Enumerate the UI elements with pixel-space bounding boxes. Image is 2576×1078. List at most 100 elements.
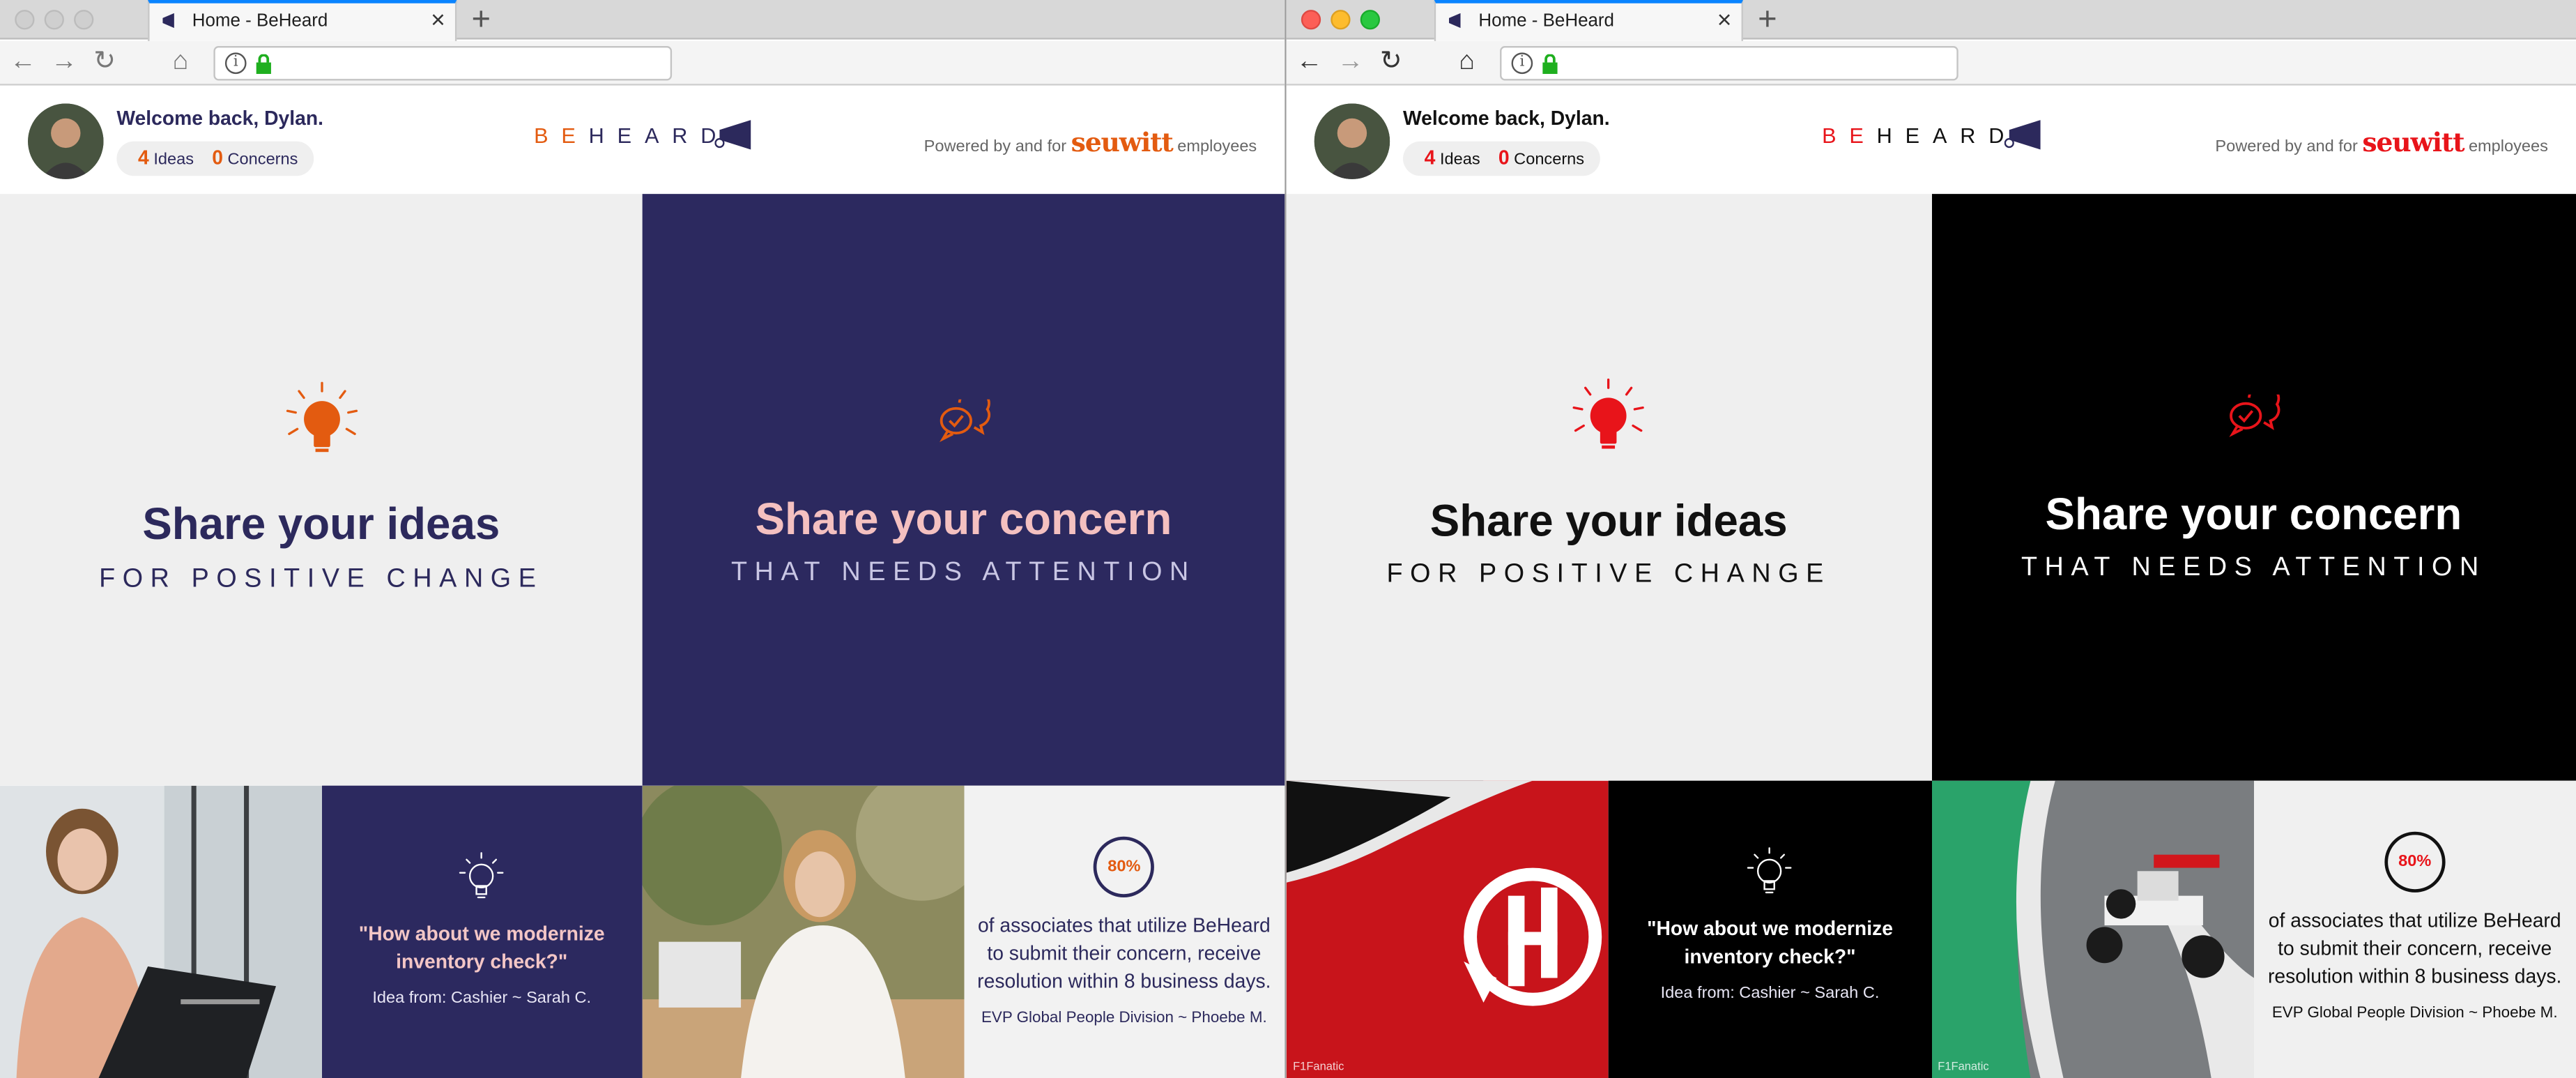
app-header: Welcome back, Dylan. 4 Ideas 0 Concerns … [0, 86, 1285, 195]
powered-by: Powered by and for seuwitt employees [924, 127, 1257, 158]
zoom-window-button[interactable] [74, 10, 94, 30]
address-bar[interactable]: i [1500, 46, 1958, 81]
welcome-text: Welcome back, Dylan. [116, 107, 323, 130]
avatar[interactable] [28, 103, 104, 179]
beheard-logo[interactable]: BEHEARD [1822, 123, 2017, 148]
megaphone-logo-icon [2004, 120, 2041, 150]
idea-quote-card[interactable]: "How about we modernize inventory check?… [321, 785, 643, 1078]
close-window-button[interactable] [1301, 10, 1321, 30]
stat-card[interactable]: 80% of associates that utilize BeHeard t… [2253, 780, 2576, 1078]
reload-icon[interactable]: ↻ [93, 45, 116, 81]
idea-attribution: Idea from: Cashier ~ Sarah C. [1660, 984, 1880, 1003]
hero-section: Share your ideas FOR POSITIVE CHANGE Sha… [1286, 194, 2576, 781]
red-team-logo-photo: F1Fanatic [1286, 780, 1609, 1078]
close-tab-icon[interactable]: × [431, 6, 445, 36]
lock-icon [256, 54, 271, 75]
minimize-window-button[interactable] [44, 10, 64, 30]
chat-bubbles-icon [938, 399, 990, 442]
megaphone-logo-icon [714, 120, 751, 150]
close-tab-icon[interactable]: × [1717, 6, 1732, 36]
percent-badge: 80% [1094, 836, 1155, 897]
lock-icon [1542, 54, 1558, 75]
seuwitt-logo: seuwitt [1071, 126, 1174, 158]
idea-quote: "How about we modernize inventory check?… [358, 922, 605, 973]
browser-window-right: Home - BeHeard × + ← → ↻ ⌂ i Welcome bac… [1286, 0, 2576, 1078]
ideas-title: Share your ideas [1429, 496, 1788, 546]
avatar[interactable] [1314, 103, 1390, 179]
logo-heard: HEARD [1876, 123, 2018, 149]
stat-text: of associates that utilize BeHeard to su… [2267, 909, 2562, 988]
close-window-button[interactable] [15, 10, 35, 30]
lightbulb-icon [1573, 378, 1645, 449]
megaphone-favicon-icon [1449, 13, 1461, 29]
nav-toolbar: ← → ↻ ⌂ i [1286, 40, 2576, 86]
new-tab-button[interactable]: + [472, 0, 491, 40]
chat-bubbles-icon [2228, 394, 2280, 437]
seuwitt-logo: seuwitt [2362, 126, 2464, 158]
zoom-window-button[interactable] [1360, 10, 1380, 30]
tab-bar: Home - BeHeard × + [1286, 0, 2576, 41]
share-concern-panel[interactable]: Share your concern THAT NEEDS ATTENTION [1931, 194, 2576, 781]
photo-watermark: F1Fanatic [1293, 1061, 1344, 1074]
concerns-label: Concerns [227, 151, 298, 169]
concern-title: Share your concern [2045, 489, 2462, 540]
powered-prefix: Powered by and for [923, 138, 1067, 156]
user-counts-pill[interactable]: 4 Ideas 0 Concerns [1403, 141, 1600, 176]
photo-watermark: F1Fanatic [1938, 1061, 1989, 1074]
lightbulb-outline-icon [1747, 847, 1793, 894]
share-ideas-panel[interactable]: Share your ideas FOR POSITIVE CHANGE [1286, 194, 1931, 781]
powered-prefix: Powered by and for [2215, 138, 2358, 156]
stat-attribution: EVP Global People Division ~ Phoebe M. [2271, 1004, 2558, 1023]
forward-arrow-icon[interactable]: → [1337, 45, 1364, 81]
nav-toolbar: ← → ↻ ⌂ i [0, 40, 1285, 86]
ideas-subtitle: FOR POSITIVE CHANGE [99, 565, 544, 593]
beheard-logo[interactable]: BEHEARD [534, 123, 729, 148]
powered-suffix: employees [2468, 138, 2548, 156]
minimize-window-button[interactable] [1331, 10, 1351, 30]
ideas-title: Share your ideas [142, 499, 500, 549]
stat-attribution: EVP Global People Division ~ Phoebe M. [981, 1009, 1267, 1028]
window-controls [15, 10, 94, 30]
address-bar[interactable]: i [213, 46, 673, 81]
concern-title: Share your concern [755, 494, 1172, 545]
tab-title: Home - BeHeard [192, 11, 328, 31]
logo-be: BE [1822, 123, 1877, 149]
feature-strip: "How about we modernize inventory check?… [0, 785, 1285, 1078]
stat-card[interactable]: 80% of associates that utilize BeHeard t… [963, 785, 1285, 1078]
feature-strip: F1Fanatic "How about we modernize invent… [1286, 780, 2576, 1078]
idea-attribution: Idea from: Cashier ~ Sarah C. [372, 989, 592, 1008]
home-icon[interactable]: ⌂ [173, 45, 189, 81]
f1-race-car-photo: F1Fanatic [1931, 780, 2254, 1078]
stat-text: of associates that utilize BeHeard to su… [977, 913, 1271, 993]
new-tab-button[interactable]: + [1758, 0, 1777, 40]
megaphone-favicon-icon [162, 13, 174, 29]
share-ideas-panel[interactable]: Share your ideas FOR POSITIVE CHANGE [0, 194, 643, 786]
window-controls [1301, 10, 1380, 30]
reload-icon[interactable]: ↻ [1380, 45, 1402, 81]
ideas-label: Ideas [1439, 151, 1480, 169]
ideas-count: 4 [138, 146, 149, 169]
concerns-label: Concerns [1514, 151, 1585, 169]
welcome-text: Welcome back, Dylan. [1403, 107, 1610, 130]
user-counts-pill[interactable]: 4 Ideas 0 Concerns [116, 141, 314, 176]
forward-arrow-icon[interactable]: → [51, 45, 77, 81]
app-header: Welcome back, Dylan. 4 Ideas 0 Concerns … [1286, 86, 2576, 195]
tab-bar: Home - BeHeard × + [0, 0, 1285, 41]
browser-tab[interactable]: Home - BeHeard × [1434, 0, 1743, 41]
browser-window-left: Home - BeHeard × + ← → ↻ ⌂ i Welcome bac… [0, 0, 1287, 1078]
powered-by: Powered by and for seuwitt employees [2215, 127, 2548, 158]
woman-writing-photo [642, 785, 964, 1078]
logo-heard: HEARD [588, 123, 730, 149]
idea-quote: "How about we modernize inventory check?… [1647, 917, 1893, 969]
percent-badge: 80% [2384, 831, 2446, 893]
browser-tab[interactable]: Home - BeHeard × [148, 0, 457, 41]
info-icon[interactable]: i [224, 52, 247, 75]
lightbulb-icon [285, 381, 357, 453]
back-arrow-icon[interactable]: ← [1296, 45, 1323, 81]
info-icon[interactable]: i [1511, 52, 1533, 75]
home-icon[interactable]: ⌂ [1459, 45, 1475, 81]
idea-quote-card[interactable]: "How about we modernize inventory check?… [1609, 780, 1931, 1078]
share-concern-panel[interactable]: Share your concern THAT NEEDS ATTENTION [642, 194, 1285, 786]
back-arrow-icon[interactable]: ← [10, 45, 36, 81]
concerns-count: 0 [212, 146, 223, 169]
